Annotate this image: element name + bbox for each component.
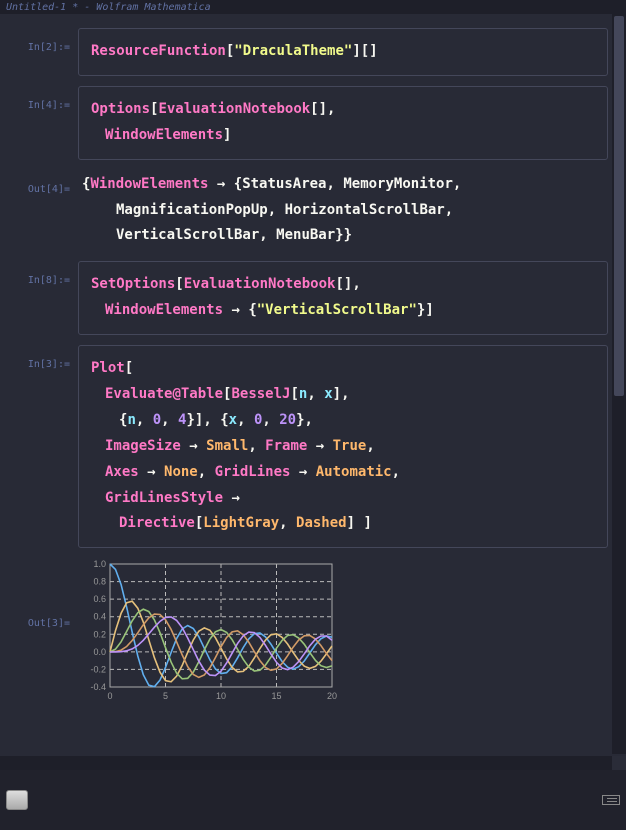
- cell-content[interactable]: Options[EvaluationNotebook[], WindowElem…: [78, 86, 608, 160]
- svg-text:20: 20: [327, 691, 337, 701]
- cell-label: Out[4]=: [10, 170, 78, 252]
- cell-in3[interactable]: In[3]:= Plot[ Evaluate@Table[BesselJ[n, …: [10, 345, 608, 548]
- scrollbar-thumb[interactable]: [614, 16, 624, 396]
- scroll-corner: [612, 756, 626, 770]
- svg-text:-0.4: -0.4: [90, 682, 106, 692]
- svg-text:0.6: 0.6: [93, 595, 106, 605]
- status-icon[interactable]: [6, 790, 28, 810]
- cell-label: In[4]:=: [10, 86, 78, 160]
- cell-label: Out[3]=: [10, 558, 78, 703]
- cell-content[interactable]: SetOptions[EvaluationNotebook[], WindowE…: [78, 261, 608, 335]
- cell-label: In[8]:=: [10, 261, 78, 335]
- cell-in4[interactable]: In[4]:= Options[EvaluationNotebook[], Wi…: [10, 86, 608, 160]
- svg-text:10: 10: [216, 691, 226, 701]
- svg-text:1.0: 1.0: [93, 559, 106, 569]
- cell-label: In[3]:=: [10, 345, 78, 548]
- window-titlebar: Untitled-1 * - Wolfram Mathematica: [0, 0, 626, 14]
- plot-output[interactable]: -0.4 -0.2 0.0 0.2 0.4 0.6 0.8 1.0 0 5 10 15 20: [78, 558, 608, 703]
- status-bar: [0, 770, 626, 830]
- magnification-icon[interactable]: [602, 795, 620, 805]
- cell-output[interactable]: {WindowElements → {StatusArea, MemoryMon…: [78, 170, 608, 252]
- svg-text:-0.2: -0.2: [90, 665, 106, 675]
- svg-text:0.2: 0.2: [93, 630, 106, 640]
- svg-text:15: 15: [271, 691, 281, 701]
- cell-in8[interactable]: In[8]:= SetOptions[EvaluationNotebook[],…: [10, 261, 608, 335]
- svg-text:0.4: 0.4: [93, 612, 106, 622]
- cell-in2[interactable]: In[2]:= ResourceFunction["DraculaTheme"]…: [10, 28, 608, 76]
- notebook-area[interactable]: In[2]:= ResourceFunction["DraculaTheme"]…: [0, 14, 626, 754]
- svg-text:0.0: 0.0: [93, 647, 106, 657]
- cell-out4[interactable]: Out[4]= {WindowElements → {StatusArea, M…: [10, 170, 608, 252]
- cell-content[interactable]: Plot[ Evaluate@Table[BesselJ[n, x], {n, …: [78, 345, 608, 548]
- vertical-scrollbar[interactable]: [612, 14, 626, 754]
- horizontal-scrollbar[interactable]: [0, 756, 612, 770]
- cell-content[interactable]: ResourceFunction["DraculaTheme"][]: [78, 28, 608, 76]
- bessel-chart: -0.4 -0.2 0.0 0.2 0.4 0.6 0.8 1.0 0 5 10 15 20: [78, 558, 338, 703]
- cell-label: In[2]:=: [10, 28, 78, 76]
- svg-text:0: 0: [107, 691, 112, 701]
- svg-text:5: 5: [163, 691, 168, 701]
- svg-text:0.8: 0.8: [93, 577, 106, 587]
- cell-out3[interactable]: Out[3]= -0.4 -0.2 0.0 0.2 0.4 0.6 0.8 1.0 0 5 10 15…: [10, 558, 608, 703]
